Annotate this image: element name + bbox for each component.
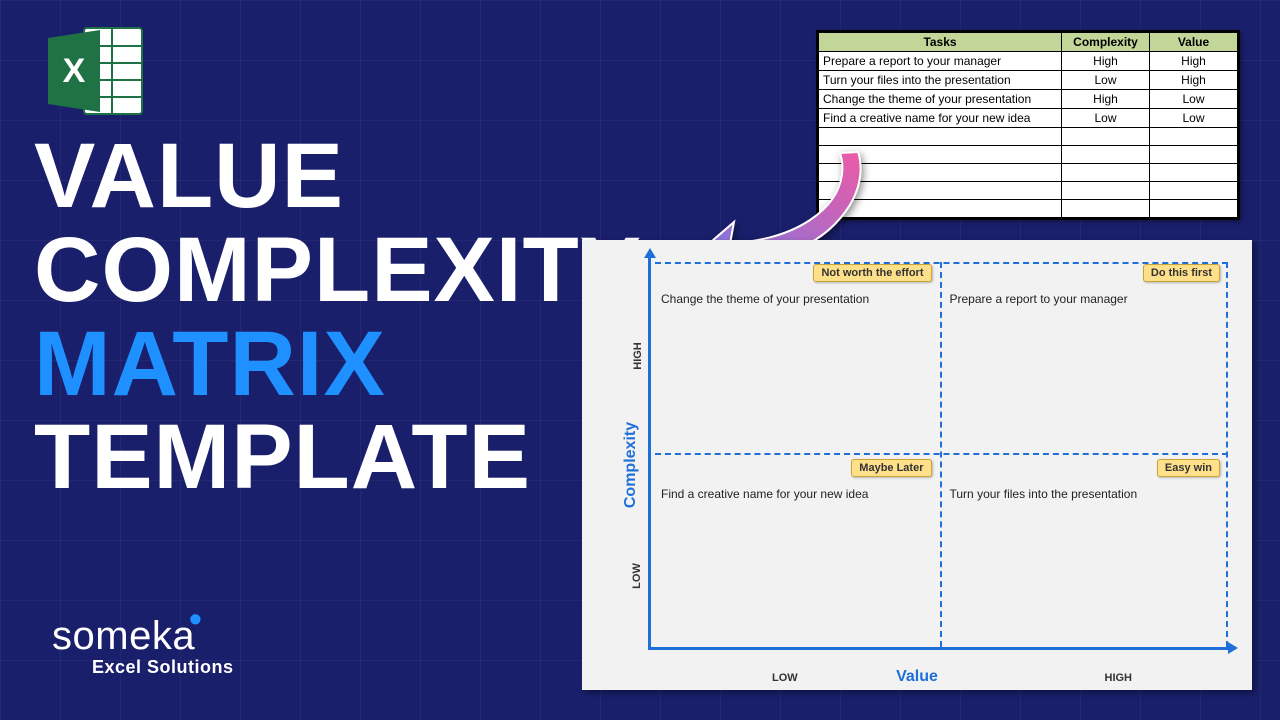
table-row-empty <box>819 164 1238 182</box>
cell-task: Turn your files into the presentation <box>819 71 1062 90</box>
quadrant-not-worth: Not worth the effort Change the theme of… <box>651 258 940 453</box>
axis-y-title: Complexity <box>622 422 640 508</box>
cell-complexity: High <box>1062 90 1150 109</box>
table-row: Prepare a report to your managerHighHigh <box>819 52 1238 71</box>
quadrant-item: Change the theme of your presentation <box>661 292 930 306</box>
cell-value: Low <box>1150 90 1238 109</box>
excel-icon: X <box>46 24 146 124</box>
cell-value: High <box>1150 71 1238 90</box>
tag-not-worth: Not worth the effort <box>813 264 931 282</box>
plot-area: Not worth the effort Change the theme of… <box>648 258 1228 650</box>
title-line-3: MATRIX <box>34 318 642 412</box>
table-row-empty <box>819 200 1238 218</box>
col-value: Value <box>1150 33 1238 52</box>
axis-x-high: HIGH <box>1105 672 1133 684</box>
cell-value: High <box>1150 52 1238 71</box>
table-row-empty <box>819 128 1238 146</box>
quadrant-maybe-later: Maybe Later Find a creative name for you… <box>651 453 940 648</box>
table-header-row: Tasks Complexity Value <box>819 33 1238 52</box>
table-row: Turn your files into the presentationLow… <box>819 71 1238 90</box>
matrix-panel: Complexity HIGH LOW Value LOW HIGH Not w… <box>582 240 1252 690</box>
quadrant-item: Turn your files into the presentation <box>950 487 1219 501</box>
quadrant-item: Prepare a report to your manager <box>950 292 1219 306</box>
col-tasks: Tasks <box>819 33 1062 52</box>
quadrant-item: Find a creative name for your new idea <box>661 487 930 501</box>
title-line-2: COMPLEXITY <box>34 224 642 318</box>
tasks-table: Tasks Complexity Value Prepare a report … <box>816 30 1240 220</box>
axis-x-title: Value <box>896 668 938 686</box>
cell-complexity: Low <box>1062 109 1150 128</box>
table-row-empty <box>819 146 1238 164</box>
cell-complexity: High <box>1062 52 1150 71</box>
page-title: VALUE COMPLEXITY MATRIX TEMPLATE <box>34 130 642 505</box>
table-row-empty <box>819 182 1238 200</box>
brand-dot-icon: • <box>189 598 202 639</box>
brand-logo: someka• Excel Solutions <box>52 614 234 678</box>
tag-do-first: Do this first <box>1143 264 1220 282</box>
col-complexity: Complexity <box>1062 33 1150 52</box>
axis-y-high: HIGH <box>632 342 644 370</box>
axis-y-low: LOW <box>631 563 643 589</box>
cell-task: Prepare a report to your manager <box>819 52 1062 71</box>
tag-easy-win: Easy win <box>1157 459 1220 477</box>
svg-text:X: X <box>63 52 86 90</box>
tag-maybe-later: Maybe Later <box>851 459 931 477</box>
quadrant-do-first: Do this first Prepare a report to your m… <box>940 258 1229 453</box>
table-row: Change the theme of your presentationHig… <box>819 90 1238 109</box>
brand-subtitle: Excel Solutions <box>92 657 234 678</box>
brand-name-text: someka <box>52 614 195 658</box>
cell-complexity: Low <box>1062 71 1150 90</box>
cell-value: Low <box>1150 109 1238 128</box>
quadrant-easy-win: Easy win Turn your files into the presen… <box>940 453 1229 648</box>
cell-task: Find a creative name for your new idea <box>819 109 1062 128</box>
cell-task: Change the theme of your presentation <box>819 90 1062 109</box>
table-row: Find a creative name for your new ideaLo… <box>819 109 1238 128</box>
title-line-1: VALUE <box>34 130 642 224</box>
title-line-4: TEMPLATE <box>34 411 642 505</box>
axis-x-low: LOW <box>772 672 798 684</box>
